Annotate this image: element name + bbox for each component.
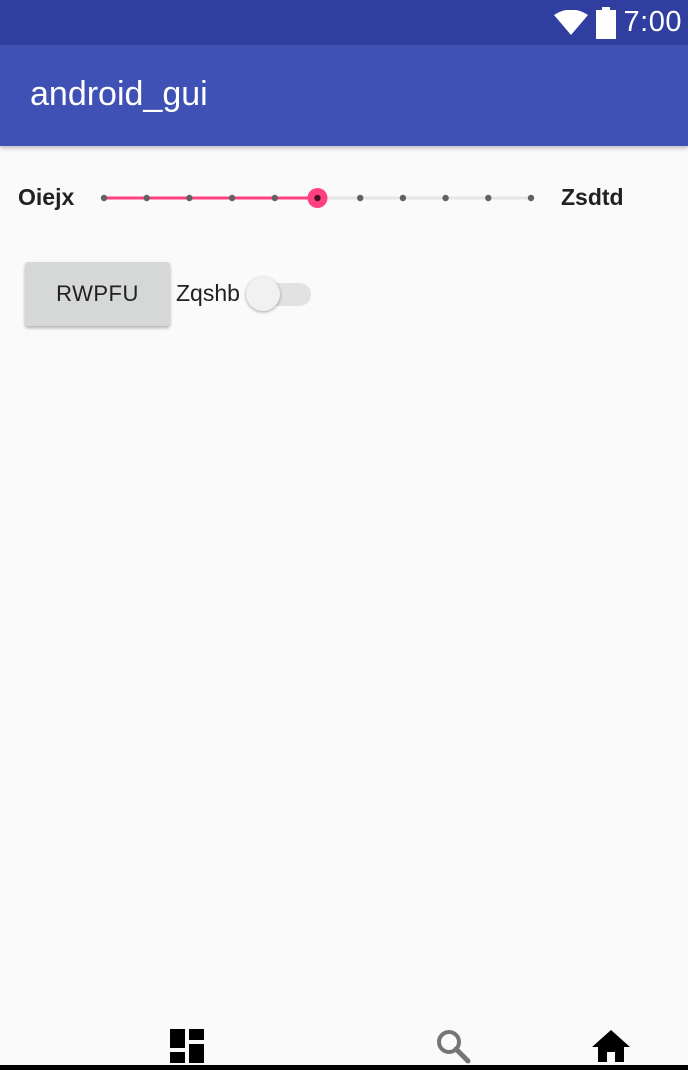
wifi-icon bbox=[553, 9, 588, 35]
seekbar-tick bbox=[485, 194, 492, 202]
nav-home[interactable] bbox=[591, 1027, 631, 1065]
seekbar-tick bbox=[442, 194, 449, 202]
seekbar-tick bbox=[143, 194, 150, 202]
battery-icon bbox=[595, 6, 616, 39]
app-title: android_gui bbox=[30, 75, 208, 113]
home-icon bbox=[592, 1030, 630, 1062]
app-bar: android_gui bbox=[0, 45, 688, 146]
seekbar-min-label: Oiejx bbox=[18, 184, 75, 210]
search-icon bbox=[437, 1030, 471, 1064]
dashboard-icon bbox=[170, 1029, 204, 1063]
switch-thumb[interactable] bbox=[246, 277, 280, 311]
switch-label: Zqshb bbox=[176, 280, 240, 306]
seekbar-tick bbox=[271, 194, 278, 202]
seekbar-tick bbox=[100, 194, 108, 202]
seekbar[interactable] bbox=[90, 178, 545, 218]
bottom-navigation bbox=[0, 1020, 688, 1070]
seekbar-tick bbox=[399, 194, 407, 202]
bottom-edge bbox=[0, 1065, 688, 1070]
seekbar-tick bbox=[228, 194, 236, 202]
rwpfu-button[interactable]: RWPFU bbox=[25, 262, 170, 326]
toggle-switch[interactable] bbox=[245, 276, 311, 312]
status-clock: 7:00 bbox=[623, 6, 682, 38]
seekbar-max-label: Zsdtd bbox=[561, 184, 624, 210]
nav-search[interactable] bbox=[433, 1027, 473, 1065]
status-bar: 7:00 bbox=[0, 0, 688, 45]
seekbar-tick bbox=[357, 194, 364, 202]
status-icons: 7:00 bbox=[553, 0, 682, 45]
seekbar-tick bbox=[527, 194, 535, 202]
seekbar-tick bbox=[186, 194, 193, 202]
nav-dashboard[interactable] bbox=[167, 1027, 207, 1065]
seekbar-thumb-dot bbox=[314, 194, 321, 202]
